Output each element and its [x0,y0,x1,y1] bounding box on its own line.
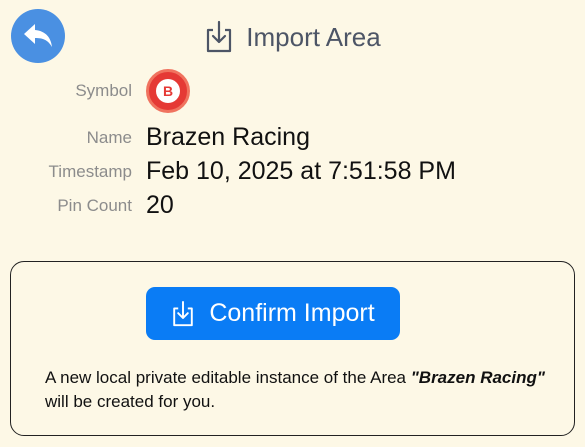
symbol-label: Symbol [75,81,132,100]
page-title: Import Area [246,21,381,52]
note-suffix: will be created for you. [45,392,216,411]
import-card: Confirm Import A new local private edita… [10,261,575,436]
tray-arrow-down-icon [173,300,194,326]
area-symbol-letter: B [156,79,180,103]
tray-arrow-down-icon [207,20,232,53]
timestamp-value: Feb 10, 2025 at 7:51:58 PM [146,157,456,185]
confirm-import-label: Confirm Import [209,299,375,327]
note-area-name: "Brazen Racing" [410,368,545,387]
pin-count-row: Pin Count 20 [0,191,174,220]
header: Import Area [0,16,585,58]
import-note: A new local private editable instance of… [45,366,555,414]
pin-count-value: 20 [146,191,174,219]
name-value: Brazen Racing [146,123,310,151]
timestamp-row: Timestamp Feb 10, 2025 at 7:51:58 PM [0,157,456,186]
symbol-row: Symbol B [0,69,190,113]
confirm-import-button[interactable]: Confirm Import [146,287,400,340]
name-row: Name Brazen Racing [0,123,310,152]
area-symbol-badge: B [146,69,190,113]
note-prefix: A new local private editable instance of… [45,368,411,387]
pin-count-label: Pin Count [57,195,132,215]
name-label: Name [86,127,132,147]
timestamp-label: Timestamp [48,161,132,181]
